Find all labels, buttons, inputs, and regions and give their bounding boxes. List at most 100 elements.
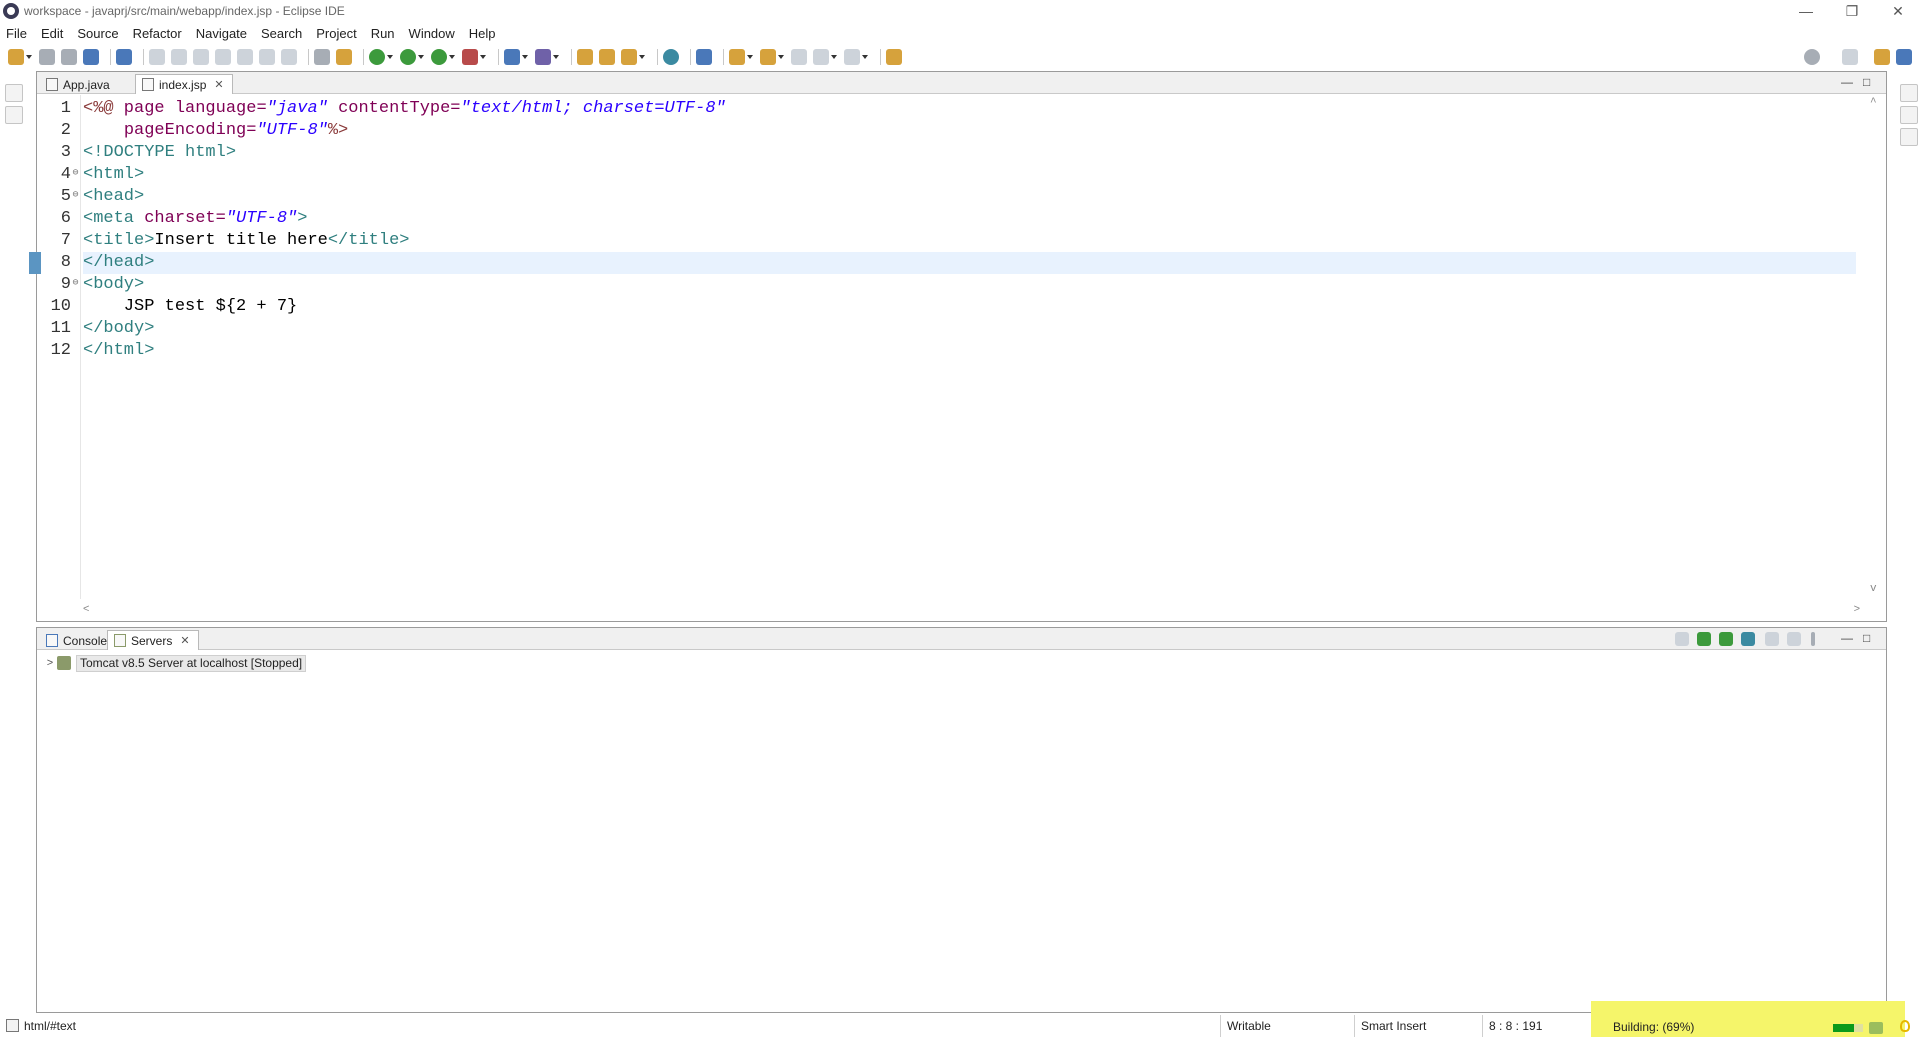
next-annotation-icon[interactable] [729, 49, 745, 65]
tab-servers[interactable]: Servers ✕ [107, 630, 199, 650]
restore-view-icon[interactable] [5, 84, 23, 102]
save-all-icon[interactable] [61, 49, 77, 65]
stop-server-icon[interactable] [1765, 632, 1779, 646]
suspend-icon[interactable] [171, 49, 187, 65]
external-tools-icon[interactable] [462, 49, 478, 65]
fold-toggle-icon[interactable]: ⊖ [71, 164, 80, 186]
fold-toggle-icon[interactable]: ⊖ [71, 186, 80, 208]
new-java-class-icon[interactable] [535, 49, 551, 65]
scroll-right-arrow[interactable]: > [1854, 603, 1860, 615]
debug-icon[interactable] [369, 49, 385, 65]
tip-bulb-icon[interactable] [1900, 1020, 1910, 1032]
restore-button[interactable]: ❐ [1829, 0, 1875, 22]
menu-refactor[interactable]: Refactor [133, 26, 182, 41]
minimize-panel-button[interactable]: — [1841, 631, 1853, 645]
menu-source[interactable]: Source [77, 26, 118, 41]
open-type-icon[interactable] [577, 49, 593, 65]
back-icon[interactable] [813, 49, 829, 65]
close-window-button[interactable]: ✕ [1875, 0, 1921, 22]
step-return-icon[interactable] [281, 49, 297, 65]
search-tool-icon[interactable] [621, 49, 637, 65]
resume-icon[interactable] [149, 49, 165, 65]
skip-breakpoints-icon[interactable] [116, 49, 132, 65]
task-list-icon[interactable] [1900, 128, 1918, 146]
minimize-button[interactable]: — [1783, 0, 1829, 22]
menu-help[interactable]: Help [469, 26, 496, 41]
collapse-all-icon[interactable] [1675, 632, 1689, 646]
previous-annotation-dropdown-caret[interactable] [778, 55, 784, 59]
project-explorer-icon[interactable] [5, 106, 23, 124]
publish-icon[interactable] [1787, 632, 1801, 646]
close-tab-icon[interactable]: ✕ [214, 78, 223, 91]
new-java-class-dropdown-caret[interactable] [553, 55, 559, 59]
run-dropdown-caret[interactable] [418, 55, 424, 59]
jee-perspective-icon[interactable] [1874, 49, 1890, 65]
new-dropdown-caret[interactable] [26, 55, 32, 59]
coverage-dropdown-caret[interactable] [449, 55, 455, 59]
restore-right-view-icon[interactable] [1900, 84, 1918, 102]
step-over-icon[interactable] [259, 49, 275, 65]
status-insert-mode[interactable]: Smart Insert [1354, 1015, 1484, 1037]
forward-icon[interactable] [844, 49, 860, 65]
menu-edit[interactable]: Edit [41, 26, 63, 41]
next-annotation-dropdown-caret[interactable] [747, 55, 753, 59]
close-tab-icon[interactable]: ✕ [180, 634, 189, 647]
previous-annotation-icon[interactable] [760, 49, 776, 65]
fold-toggle-icon[interactable]: ⊖ [71, 274, 80, 296]
step-into-icon[interactable] [237, 49, 253, 65]
scroll-left-arrow[interactable]: < [83, 603, 89, 615]
vertical-scrollbar[interactable]: ^ v [1862, 95, 1886, 599]
line-number: 2 [60, 121, 71, 140]
scroll-down-arrow[interactable]: v [1870, 583, 1877, 595]
open-perspective-icon[interactable] [1842, 49, 1858, 65]
debug-server-icon[interactable] [1697, 632, 1711, 646]
debug-dropdown-caret[interactable] [387, 55, 393, 59]
menu-project[interactable]: Project [316, 26, 356, 41]
publish-server-icon[interactable] [696, 49, 712, 65]
open-web-browser-icon[interactable] [663, 49, 679, 65]
new-java-project-dropdown-caret[interactable] [522, 55, 528, 59]
maximize-panel-button[interactable]: □ [1863, 631, 1870, 645]
search-tool-dropdown-caret[interactable] [639, 55, 645, 59]
run-icon[interactable] [400, 49, 416, 65]
server-tree-item[interactable]: > Tomcat v8.5 Server at localhost [Stopp… [43, 654, 307, 672]
expand-chevron-icon[interactable]: > [43, 657, 57, 669]
menu-run[interactable]: Run [371, 26, 395, 41]
menu-window[interactable]: Window [409, 26, 455, 41]
maximize-editor-button[interactable]: □ [1863, 75, 1870, 89]
menu-navigate[interactable]: Navigate [196, 26, 247, 41]
back-dropdown-caret[interactable] [831, 55, 837, 59]
profile-server-icon[interactable] [1741, 632, 1755, 646]
horizontal-scrollbar[interactable]: < > [81, 599, 1862, 621]
tab-console[interactable]: Console [39, 630, 116, 650]
menu-file[interactable]: File [6, 26, 27, 41]
tab-index-jsp[interactable]: index.jsp ✕ [135, 74, 233, 94]
new-java-project-icon[interactable] [504, 49, 520, 65]
new-icon[interactable] [8, 49, 24, 65]
disconnect-icon[interactable] [215, 49, 231, 65]
view-menu-icon[interactable] [1811, 632, 1815, 646]
pin-editor-icon[interactable] [886, 49, 902, 65]
menu-bar: File Edit Source Refactor Navigate Searc… [0, 22, 1929, 44]
drop-to-frame-icon[interactable] [314, 49, 330, 65]
status-cursor-position[interactable]: 8 : 8 : 191 [1482, 1015, 1592, 1037]
scroll-up-arrow[interactable]: ^ [1870, 97, 1877, 109]
terminate-icon[interactable] [193, 49, 209, 65]
terminal-icon[interactable] [83, 49, 99, 65]
minimize-editor-button[interactable]: — [1841, 75, 1853, 89]
open-task-icon[interactable] [599, 49, 615, 65]
code-editor[interactable]: 1 2 3 4 ⊖ 5 ⊖ 6 7 8 9 ⊖ 10 11 12 <%@ page language="ja… [29, 95, 1886, 599]
external-tools-dropdown-caret[interactable] [480, 55, 486, 59]
start-server-icon[interactable] [1719, 632, 1733, 646]
search-icon[interactable] [1804, 49, 1820, 65]
tab-app-java[interactable]: App.java [39, 74, 119, 94]
use-step-filters-icon[interactable] [336, 49, 352, 65]
menu-search[interactable]: Search [261, 26, 302, 41]
html-context-icon [6, 1019, 19, 1032]
save-icon[interactable] [39, 49, 55, 65]
java-perspective-icon[interactable] [1896, 49, 1912, 65]
forward-dropdown-caret[interactable] [862, 55, 868, 59]
coverage-icon[interactable] [431, 49, 447, 65]
last-edit-location-icon[interactable] [791, 49, 807, 65]
outline-icon[interactable] [1900, 106, 1918, 124]
